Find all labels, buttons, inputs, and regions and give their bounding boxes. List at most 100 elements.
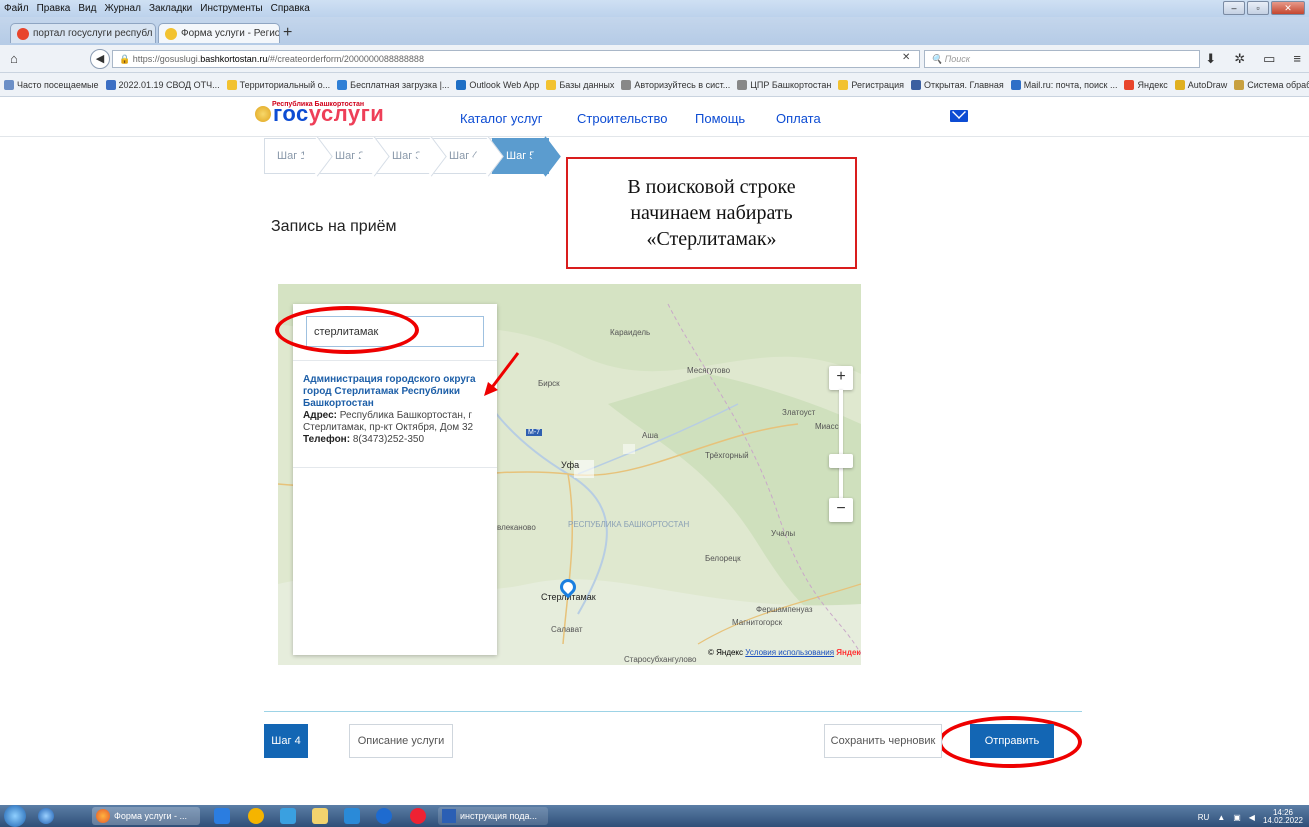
start-button-icon[interactable] <box>4 805 26 827</box>
nav-catalog[interactable]: Каталог услуг <box>460 111 543 126</box>
menu-bookmarks[interactable]: Закладки <box>149 3 192 14</box>
mail-icon[interactable] <box>950 110 968 122</box>
word-icon <box>442 809 456 823</box>
folder-icon[interactable] <box>312 808 328 824</box>
bookmark-favicon-icon <box>911 79 922 90</box>
taskbar-firefox[interactable]: Форма услуги - ... <box>92 807 200 825</box>
map-label-ufa: Уфа <box>561 460 580 470</box>
bookmark-item[interactable]: Outlook Web App <box>456 79 539 90</box>
back-arrow-icon[interactable]: ◀ <box>90 49 110 69</box>
bookmark-label: Часто посещаемые <box>17 79 99 90</box>
bookmark-favicon-icon <box>1234 79 1245 90</box>
chrome-icon[interactable] <box>38 808 54 824</box>
bookmark-label: Открытая. Главная <box>924 79 1004 90</box>
yandex-favicon-icon <box>17 27 29 40</box>
search-placeholder: Поиск <box>944 54 971 64</box>
bookmark-item[interactable]: Авторизуйтесь в сист... <box>621 79 730 90</box>
bookmark-favicon-icon <box>337 79 348 90</box>
bookmark-favicon-icon <box>1174 79 1185 90</box>
tab-portal[interactable]: портал госуслуги республ ✕ <box>10 23 156 43</box>
save-draft-button[interactable]: Сохранить черновик <box>824 724 942 758</box>
bookmark-favicon-icon <box>105 79 116 90</box>
address-bar[interactable]: 🔒 https://gosuslugi.bashkortostan.ru/#/c… <box>112 50 920 68</box>
browser-search-input[interactable]: 🔍 Поиск <box>924 50 1200 68</box>
hamburger-menu-icon[interactable]: ≡ <box>1293 51 1301 67</box>
service-description-button[interactable]: Описание услуги <box>349 724 453 758</box>
bookmark-item[interactable]: ЦПР Башкортостан <box>737 79 831 90</box>
download-icon[interactable]: ⬇ <box>1205 51 1216 67</box>
taskbar-word[interactable]: инструкция пода... <box>438 807 548 825</box>
bookmark-favicon-icon <box>1124 79 1135 90</box>
back-step-button[interactable]: Шаг 4 <box>264 724 308 758</box>
system-tray: RU ▲ ▣ ◀ 14:26 14.02.2022 <box>1198 809 1303 825</box>
maximize-icon[interactable]: ▫ <box>1247 1 1269 15</box>
search-result-item[interactable]: Администрация городского округа город Ст… <box>303 374 489 446</box>
zoom-in-button[interactable]: + <box>829 366 853 390</box>
url-prefix: https://gosuslugi. <box>132 54 201 64</box>
phone-label: Телефон: <box>303 434 351 445</box>
map-copyright: © Яндекс Условия использования Яндекс <box>708 648 861 657</box>
bookmark-item[interactable]: Открытая. Главная <box>911 79 1004 90</box>
bookmark-item[interactable]: Система обработки з... <box>1234 79 1309 90</box>
app-icon[interactable] <box>248 808 264 824</box>
menu-history[interactable]: Журнал <box>104 3 141 14</box>
nav-help[interactable]: Помощь <box>695 111 745 126</box>
submit-button[interactable]: Отправить <box>970 724 1054 758</box>
bookmark-favicon-icon <box>621 79 632 90</box>
toolbar-icons: ⬇ ✲ ▭ ≡ <box>1205 51 1301 67</box>
map-label-trekhgorny: Трёхгорный <box>705 451 749 460</box>
terms-link[interactable]: Условия использования <box>745 648 834 657</box>
bookmark-item[interactable]: Регистрация <box>838 79 904 90</box>
language-indicator[interactable]: RU <box>1198 813 1210 822</box>
tray-arrow-icon[interactable]: ▲ <box>1217 813 1225 822</box>
new-tab-icon[interactable]: + <box>283 24 292 42</box>
zoom-slider-track[interactable] <box>839 390 843 505</box>
yandex-browser-icon[interactable] <box>410 808 426 824</box>
tab-form[interactable]: Форма услуги - Региональ ✕ <box>158 23 280 43</box>
bookmark-item[interactable]: Яндекс <box>1124 79 1168 90</box>
menu-edit[interactable]: Правка <box>37 3 71 14</box>
map-search-panel: Администрация городского округа город Ст… <box>293 304 497 655</box>
volume-icon[interactable]: ◀ <box>1249 813 1255 822</box>
highlight-ellipse-search <box>275 306 419 354</box>
bookmark-label: Система обработки з... <box>1247 79 1309 90</box>
map-label-beloretsk: Белорецк <box>705 554 741 563</box>
step-1[interactable]: Шаг 1 <box>264 138 321 174</box>
clear-url-icon[interactable]: ✕ <box>902 52 910 63</box>
bookmark-item[interactable]: Базы данных <box>546 79 614 90</box>
bookmark-item[interactable]: Территориальный о... <box>226 79 330 90</box>
ie-icon[interactable] <box>214 808 230 824</box>
app-icon[interactable] <box>280 808 296 824</box>
home-icon[interactable]: ⌂ <box>10 51 18 66</box>
menu-tools[interactable]: Инструменты <box>200 3 262 14</box>
url-path: /#/createorderform/2000000088888888 <box>267 54 424 64</box>
bookmark-favicon-icon <box>4 79 14 90</box>
gosuslugi-logo[interactable]: Республика Башкортостан госуслуги <box>255 101 384 125</box>
map-label-region: РЕСПУБЛИКА БАШКОРТОСТАН <box>568 520 690 529</box>
sidebar-icon[interactable]: ▭ <box>1263 51 1275 67</box>
zoom-slider-handle[interactable] <box>829 454 853 468</box>
nav-construction[interactable]: Строительство <box>577 111 667 126</box>
extension-icon[interactable]: ✲ <box>1234 51 1245 67</box>
bookmark-item[interactable]: Mail.ru: почта, поиск ... <box>1010 79 1117 90</box>
result-title[interactable]: Администрация городского округа город Ст… <box>303 374 489 410</box>
menu-file[interactable]: Файл <box>4 3 29 14</box>
bookmarks-bar: Часто посещаемые 2022.01.19 СВОД ОТЧ... Те… <box>0 73 1309 97</box>
app-icon[interactable] <box>376 808 392 824</box>
minimize-icon[interactable]: – <box>1223 1 1245 15</box>
menu-view[interactable]: Вид <box>78 3 96 14</box>
nav-payment[interactable]: Оплата <box>776 111 821 126</box>
bookmark-item[interactable]: 2022.01.19 СВОД ОТЧ... <box>105 79 220 90</box>
menu-help[interactable]: Справка <box>271 3 310 14</box>
map-label-uchaly: Учалы <box>771 529 796 538</box>
firefox-icon <box>96 809 110 823</box>
bookmark-item[interactable]: Бесплатная загрузка |... <box>337 79 449 90</box>
close-window-icon[interactable]: ✕ <box>1271 1 1305 15</box>
clock[interactable]: 14:26 14.02.2022 <box>1263 809 1303 825</box>
divider <box>293 360 497 361</box>
zoom-out-button[interactable]: − <box>829 498 853 522</box>
media-player-icon[interactable] <box>344 808 360 824</box>
bookmark-item[interactable]: AutoDraw <box>1174 79 1227 90</box>
bookmark-item[interactable]: Часто посещаемые <box>4 79 99 90</box>
network-icon[interactable]: ▣ <box>1233 813 1241 822</box>
